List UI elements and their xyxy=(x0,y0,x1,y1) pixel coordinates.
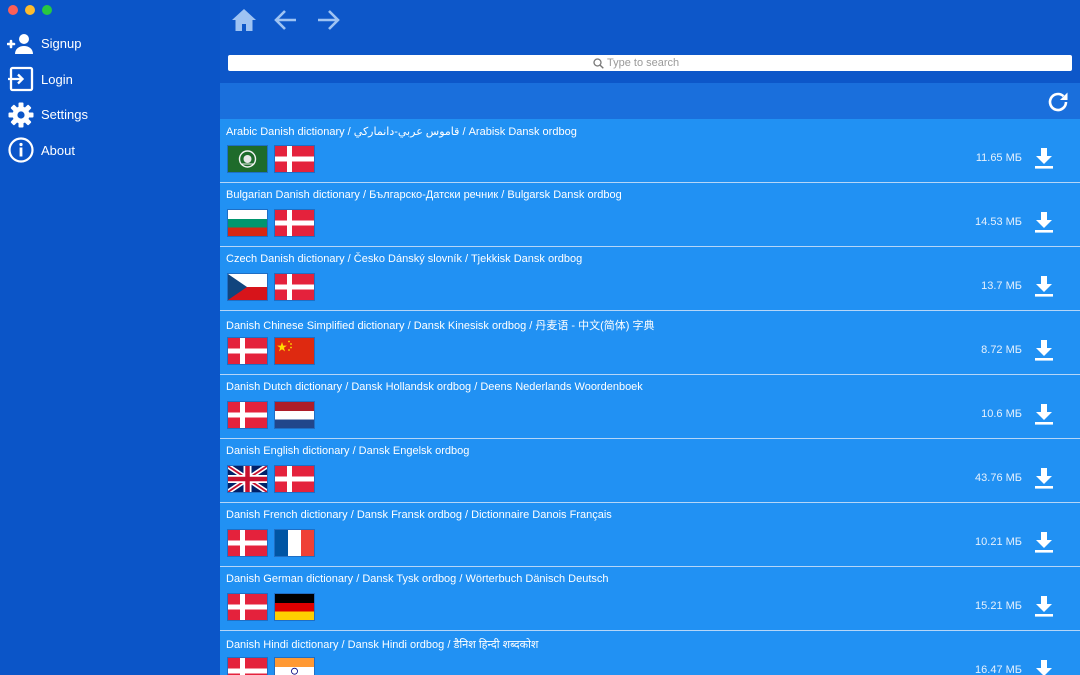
download-icon[interactable] xyxy=(1032,658,1056,675)
dictionary-title: Danish French dictionary / Dansk Fransk … xyxy=(226,509,612,521)
language-flags xyxy=(227,145,315,173)
arrow-left-icon xyxy=(274,9,298,36)
search-icon xyxy=(593,57,604,69)
file-size: 14.53 МБ xyxy=(975,216,1022,228)
download-icon[interactable] xyxy=(1032,402,1056,426)
dictionary-list: Arabic Danish dictionary / قاموس عربي-دا… xyxy=(220,119,1080,675)
list-item[interactable]: Czech Danish dictionary / Česko Dánský s… xyxy=(220,247,1080,311)
flag-denmark-icon xyxy=(227,593,268,621)
language-flags xyxy=(227,593,315,621)
window-controls xyxy=(8,5,52,15)
file-size: 15.21 МБ xyxy=(975,600,1022,612)
flag-uk-icon xyxy=(227,465,268,493)
list-item[interactable]: Danish German dictionary / Dansk Tysk or… xyxy=(220,567,1080,631)
home-button[interactable] xyxy=(229,8,259,36)
login-icon xyxy=(7,65,35,93)
download-icon[interactable] xyxy=(1032,594,1056,618)
flag-denmark-icon xyxy=(274,273,315,301)
file-size: 10.6 МБ xyxy=(981,408,1022,420)
language-flags xyxy=(227,465,315,493)
file-size: 8.72 МБ xyxy=(981,344,1022,356)
flag-india-icon xyxy=(274,657,315,675)
list-item[interactable]: Danish Hindi dictionary / Dansk Hindi or… xyxy=(220,631,1080,675)
info-icon xyxy=(7,136,35,164)
flag-china-icon xyxy=(274,337,315,365)
language-flags xyxy=(227,209,315,237)
dictionary-title: Danish Hindi dictionary / Dansk Hindi or… xyxy=(226,639,539,651)
sidebar-menu: Signup Login Settings About xyxy=(0,26,220,168)
language-flags xyxy=(227,529,315,557)
file-size: 10.21 МБ xyxy=(975,536,1022,548)
flag-france-icon xyxy=(274,529,315,557)
list-header xyxy=(220,83,1080,119)
search-bar[interactable] xyxy=(228,55,1072,71)
sidebar-item-settings[interactable]: Settings xyxy=(0,97,220,133)
list-item[interactable]: Arabic Danish dictionary / قاموس عربي-دا… xyxy=(220,119,1080,183)
sidebar-item-login[interactable]: Login xyxy=(0,62,220,98)
flag-denmark-icon xyxy=(227,401,268,429)
flag-denmark-icon xyxy=(227,529,268,557)
sidebar-item-label: Signup xyxy=(41,36,82,52)
dictionary-title: Arabic Danish dictionary / قاموس عربي-دا… xyxy=(226,126,577,138)
flag-germany-icon xyxy=(274,593,315,621)
dictionary-title: Danish Dutch dictionary / Dansk Hollands… xyxy=(226,381,643,393)
flag-arab-league-icon xyxy=(227,145,268,173)
sidebar: Signup Login Settings About xyxy=(0,0,220,675)
home-icon xyxy=(231,8,257,37)
file-size: 11.65 МБ xyxy=(975,152,1022,164)
flag-denmark-icon xyxy=(274,465,315,493)
download-icon[interactable] xyxy=(1032,466,1056,490)
dictionary-title: Bulgarian Danish dictionary / Българско-… xyxy=(226,189,622,201)
close-window-button[interactable] xyxy=(8,5,18,15)
language-flags xyxy=(227,401,315,429)
download-icon[interactable] xyxy=(1032,210,1056,234)
list-item[interactable]: Danish Chinese Simplified dictionary / D… xyxy=(220,311,1080,375)
sidebar-item-signup[interactable]: Signup xyxy=(0,26,220,62)
sidebar-item-about[interactable]: About xyxy=(0,133,220,169)
list-item[interactable]: Danish Dutch dictionary / Dansk Hollands… xyxy=(220,375,1080,439)
dictionary-title: Danish Chinese Simplified dictionary / D… xyxy=(226,320,655,332)
language-flags xyxy=(227,657,315,675)
list-item[interactable]: Bulgarian Danish dictionary / Българско-… xyxy=(220,183,1080,247)
sidebar-item-label: Settings xyxy=(41,107,88,123)
dictionary-title: Danish German dictionary / Dansk Tysk or… xyxy=(226,573,609,585)
file-size: 16.47 МБ xyxy=(975,664,1022,675)
add-user-icon xyxy=(7,30,35,58)
flag-czech-icon xyxy=(227,273,268,301)
forward-button[interactable] xyxy=(313,8,343,36)
file-size: 43.76 МБ xyxy=(975,472,1022,484)
refresh-icon[interactable] xyxy=(1046,90,1070,114)
flag-denmark-icon xyxy=(274,209,315,237)
list-item[interactable]: Danish English dictionary / Dansk Engels… xyxy=(220,439,1080,503)
download-icon[interactable] xyxy=(1032,530,1056,554)
language-flags xyxy=(227,337,315,365)
dictionary-title: Czech Danish dictionary / Česko Dánský s… xyxy=(226,253,583,265)
download-icon[interactable] xyxy=(1032,274,1056,298)
flag-denmark-icon xyxy=(274,145,315,173)
arrow-right-icon xyxy=(316,9,340,36)
flag-denmark-icon xyxy=(227,657,268,675)
zoom-window-button[interactable] xyxy=(42,5,52,15)
flag-bulgaria-icon xyxy=(227,209,268,237)
toolbar xyxy=(220,0,1080,83)
flag-netherlands-icon xyxy=(274,401,315,429)
search-input[interactable] xyxy=(604,57,707,69)
minimize-window-button[interactable] xyxy=(25,5,35,15)
file-size: 13.7 МБ xyxy=(981,280,1022,292)
back-button[interactable] xyxy=(271,8,301,36)
dictionary-title: Danish English dictionary / Dansk Engels… xyxy=(226,445,470,457)
flag-denmark-icon xyxy=(227,337,268,365)
list-item[interactable]: Danish French dictionary / Dansk Fransk … xyxy=(220,503,1080,567)
sidebar-item-label: About xyxy=(41,142,75,158)
sidebar-item-label: Login xyxy=(41,71,73,87)
language-flags xyxy=(227,273,315,301)
download-icon[interactable] xyxy=(1032,146,1056,170)
gear-icon xyxy=(7,101,35,129)
download-icon[interactable] xyxy=(1032,338,1056,362)
